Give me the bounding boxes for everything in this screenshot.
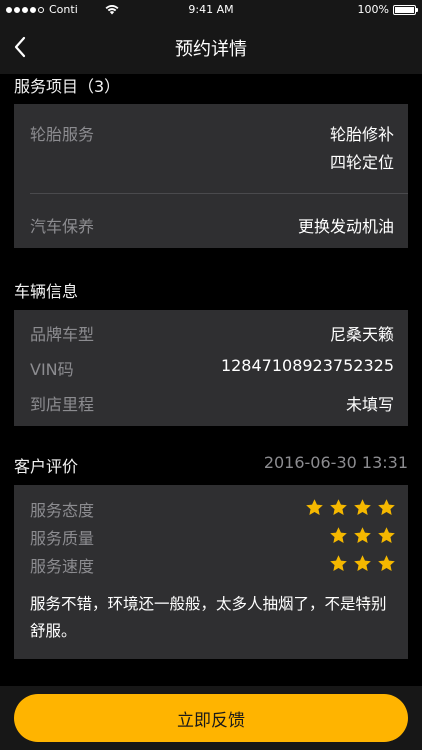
services-section-title: 服务项目（3） [14, 77, 121, 96]
service-category-label: 轮胎服务 [30, 125, 95, 144]
feedback-button[interactable]: 立即反馈 [14, 694, 408, 742]
review-card: 服务态度 服务质量 服务速度 服务不错，环境还一般般，太多人抽烟了，不是特别舒服… [14, 485, 408, 659]
vin-label: VIN码 [30, 360, 74, 379]
vehicle-model-label: 品牌车型 [30, 325, 95, 344]
status-bar: Conti 9:41 AM 100% [0, 0, 422, 20]
rating-stars-attitude [305, 498, 396, 517]
rating-stars-speed [329, 554, 396, 573]
mileage-value: 未填写 [345, 395, 394, 414]
services-card: 轮胎服务 轮胎修补 四轮定位 汽车保养 更换发动机油 [14, 104, 408, 248]
navigation-bar: 预约详情 [0, 20, 422, 74]
vehicle-section-title: 车辆信息 [14, 282, 79, 301]
star-icon [378, 555, 395, 571]
star-icon [354, 499, 371, 515]
review-date: 2016-06-30 13:31 [263, 453, 408, 472]
scroll-content[interactable]: 服务项目（3） 轮胎服务 轮胎修补 四轮定位 汽车保养 更换发动机油 车辆信息 … [0, 74, 422, 686]
vehicle-model-value: 尼桑天籁 [329, 325, 394, 344]
star-icon [330, 555, 347, 571]
rating-label-speed: 服务速度 [30, 557, 95, 576]
star-icon [306, 499, 323, 515]
bottom-bar: 立即反馈 [0, 686, 422, 750]
review-comment: 服务不错，环境还一般般，太多人抽烟了，不是特别舒服。 [30, 595, 387, 640]
vin-value: 12847108923752325 [220, 356, 394, 375]
vehicle-card: 品牌车型 尼桑天籁 VIN码 12847108923752325 到店里程 未填… [14, 310, 408, 426]
star-icon [378, 527, 395, 543]
battery-icon [393, 4, 418, 15]
service-item: 轮胎修补 [329, 125, 394, 144]
battery-status: 100% [357, 3, 418, 16]
star-icon [354, 527, 371, 543]
rating-label-quality: 服务质量 [30, 529, 95, 548]
star-icon [378, 499, 395, 515]
battery-level [395, 6, 414, 13]
battery-percent: 100% [357, 3, 389, 16]
review-section-title: 客户评价 [14, 457, 79, 476]
mileage-label: 到店里程 [30, 395, 95, 414]
service-item: 更换发动机油 [297, 217, 394, 236]
service-item: 四轮定位 [329, 153, 394, 172]
page-title: 预约详情 [175, 39, 247, 60]
rating-label-attitude: 服务态度 [30, 501, 95, 520]
star-icon [330, 527, 347, 543]
divider [30, 193, 408, 194]
rating-stars-quality [329, 526, 396, 545]
star-icon [330, 499, 347, 515]
service-category-label: 汽车保养 [30, 217, 95, 236]
star-icon [354, 555, 371, 571]
